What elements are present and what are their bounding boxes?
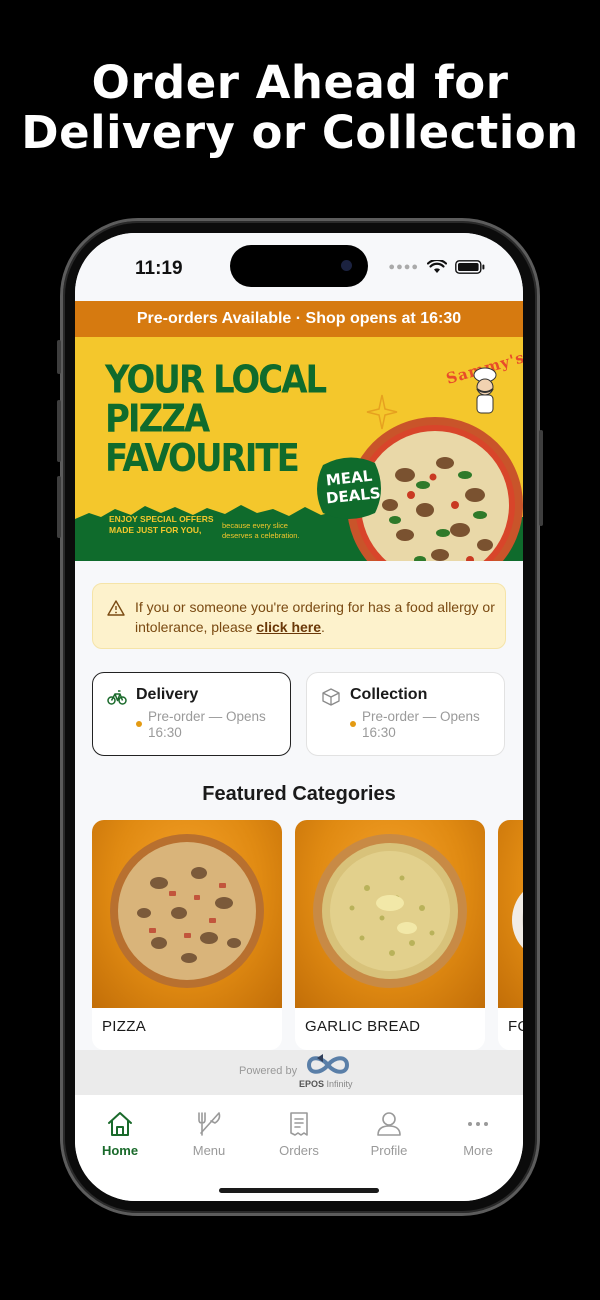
- fork-knife-icon: [198, 1112, 221, 1136]
- category-label: FO: [508, 1018, 523, 1035]
- preorder-banner: Pre-orders Available · Shop opens at 16:…: [75, 301, 523, 337]
- mute-switch: [57, 340, 61, 374]
- hero-banner[interactable]: YOUR LOCAL PIZZA FAVOURITE ENJOY SPECIAL…: [75, 337, 523, 561]
- status-time: 11:19: [135, 258, 183, 279]
- tab-orders[interactable]: Orders: [254, 1111, 344, 1158]
- status-dot: [350, 721, 356, 727]
- featured-categories-title: Featured Categories: [202, 783, 396, 805]
- allergy-click-here-link[interactable]: click here: [256, 619, 321, 635]
- home-indicator[interactable]: [219, 1188, 379, 1193]
- powered-by-text: Powered by: [239, 1065, 298, 1077]
- tab-label: Home: [101, 1143, 139, 1158]
- hero-title: YOUR LOCAL PIZZA FAVOURITE: [105, 357, 327, 481]
- sparkle-icon: [366, 394, 398, 430]
- volume-down-button: [57, 476, 61, 538]
- camera-icon: [341, 260, 352, 271]
- more-dots-icon: [468, 1122, 488, 1126]
- status-dot: [136, 721, 142, 727]
- wifi-icon: [427, 260, 447, 273]
- garlic-bread-image: [313, 834, 467, 988]
- tab-label: Orders: [279, 1143, 319, 1158]
- collection-option[interactable]: Collection Pre-order — Opens 16:30: [306, 672, 505, 756]
- headline-line-1: Order Ahead for: [91, 56, 509, 109]
- category-card-pizza[interactable]: PIZZA: [92, 820, 282, 1050]
- box-icon: [322, 688, 340, 706]
- allergy-message: If you or someone you're ordering for ha…: [135, 599, 495, 635]
- status-icons: ●●●●: [388, 260, 485, 274]
- status-bar: 11:19 ●●●●: [75, 233, 523, 301]
- battery-icon: [455, 260, 485, 274]
- receipt-icon: [290, 1112, 308, 1136]
- pizza-image: [110, 834, 264, 988]
- tab-menu[interactable]: Menu: [164, 1111, 254, 1158]
- tab-home[interactable]: Home: [75, 1111, 165, 1158]
- user-icon: [377, 1112, 401, 1136]
- tab-more[interactable]: More: [433, 1111, 523, 1158]
- meal-deals-badge: MEAL DEALS: [325, 466, 382, 508]
- category-label: GARLIC BREAD: [305, 1018, 421, 1035]
- collection-status: Pre-order — Opens 16:30: [362, 709, 480, 740]
- collection-label: Collection: [350, 686, 428, 703]
- hero-offer-text: ENJOY SPECIAL OFFERS MADE JUST FOR YOU,: [109, 514, 214, 535]
- category-card-garlic-bread[interactable]: GARLIC BREAD: [295, 820, 485, 1050]
- delivery-status: Pre-order — Opens 16:30: [148, 709, 266, 740]
- delivery-option[interactable]: Delivery Pre-order — Opens 16:30: [92, 672, 291, 756]
- headline-line-2: Delivery or Collection: [21, 106, 579, 159]
- volume-up-button: [57, 400, 61, 462]
- hero-tagline: because every slice deserves a celebrati…: [222, 521, 300, 540]
- epos-brand: EPOS Infinity: [299, 1079, 353, 1089]
- allergy-notice: If you or someone you're ordering for ha…: [92, 583, 506, 649]
- category-image: [92, 820, 282, 1008]
- delivery-label: Delivery: [136, 686, 199, 703]
- category-label: PIZZA: [102, 1018, 147, 1035]
- plate-image: [512, 892, 523, 948]
- category-card-partial[interactable]: FO: [498, 820, 523, 1050]
- epos-infinity-logo-icon: [306, 1054, 350, 1074]
- tab-profile[interactable]: Profile: [344, 1111, 434, 1158]
- signal-dots-icon: ●●●●: [388, 261, 419, 273]
- tab-label: More: [463, 1143, 493, 1158]
- tab-label: Profile: [370, 1143, 408, 1158]
- bicycle-icon: [107, 690, 127, 705]
- warning-icon: [107, 600, 125, 616]
- category-image: [295, 820, 485, 1008]
- powered-by-footer: Powered by EPOS Infinity: [75, 1050, 523, 1095]
- tab-label: Menu: [192, 1143, 226, 1158]
- category-carousel[interactable]: PIZZA GARLIC BREAD F: [92, 820, 523, 1050]
- chef-mascot-icon: [473, 367, 497, 414]
- bottom-tab-bar: Home Menu Orders Profile More: [75, 1095, 523, 1201]
- category-image: [498, 820, 523, 1008]
- promo-headline: Order Ahead for Delivery or Collection: [0, 58, 600, 158]
- power-button: [539, 430, 543, 526]
- dynamic-island: [230, 245, 368, 287]
- app-screen: 11:19 ●●●● Pre-orders Available · Shop o…: [75, 233, 523, 1201]
- home-icon: [108, 1112, 132, 1136]
